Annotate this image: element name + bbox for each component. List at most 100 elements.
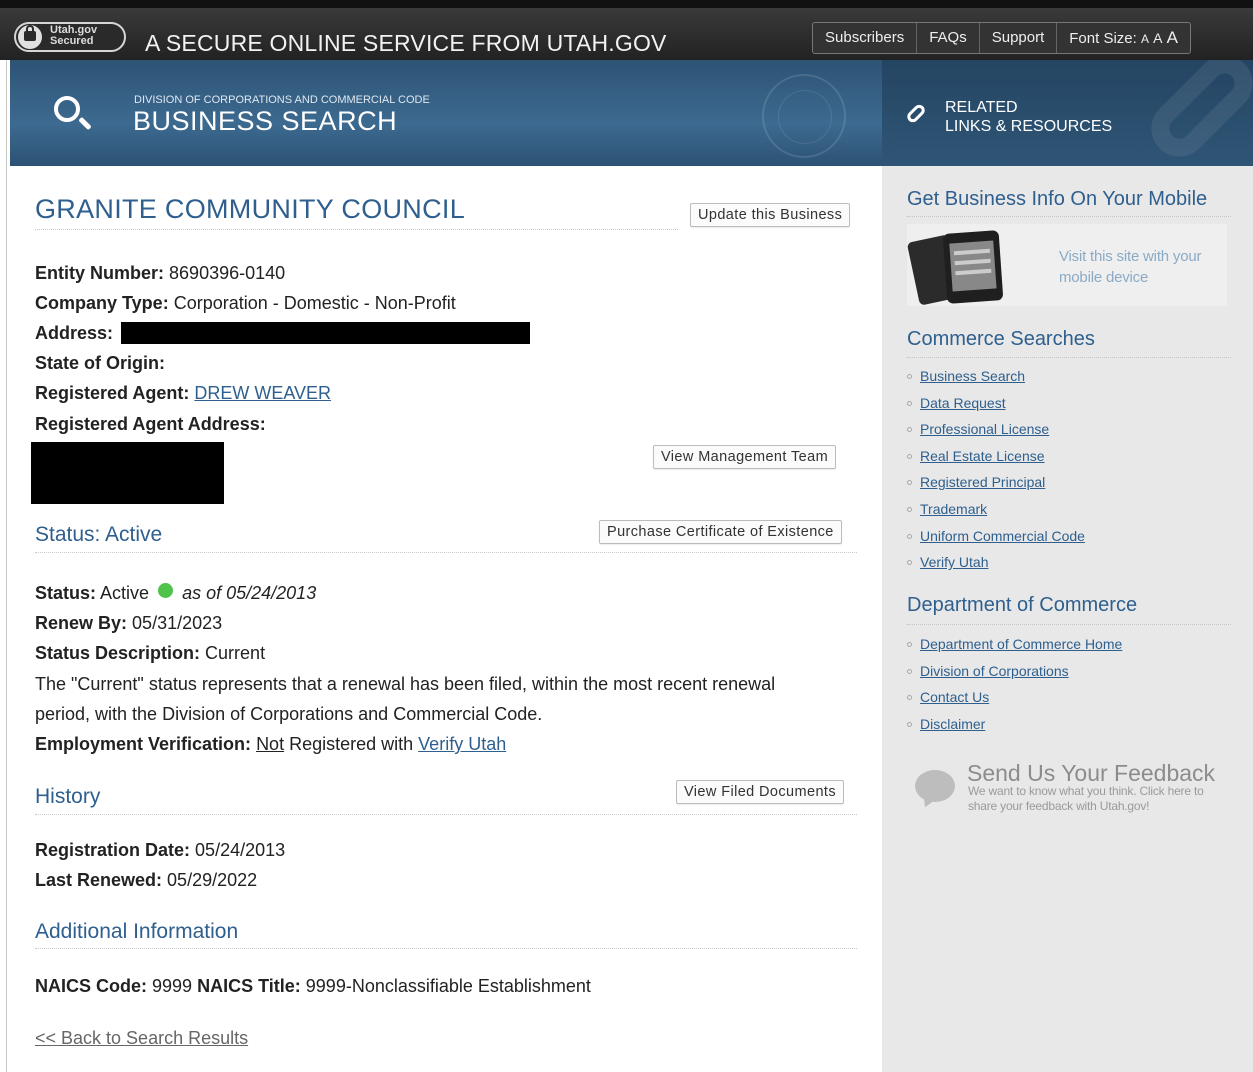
naics-code-value: 9999 <box>152 976 193 996</box>
registered-agent-field: Registered Agent: DREW WEAVER <box>35 383 331 404</box>
contact-us-link[interactable]: Contact Us <box>920 689 989 705</box>
department-of-commerce-home-link[interactable]: Department of Commerce Home <box>920 636 1122 652</box>
department-divider <box>907 624 1231 625</box>
history-divider <box>35 814 857 815</box>
registered-agent-label: Registered Agent: <box>35 383 190 403</box>
status-description-value: Current <box>205 643 266 663</box>
status-explanation-line-2: period, with the Division of Corporation… <box>35 704 543 724</box>
font-size-large[interactable]: A <box>1167 28 1178 47</box>
history-heading: History <box>35 785 101 808</box>
link-icon <box>905 102 927 125</box>
list-item: Verify Utah <box>907 549 1085 576</box>
related-links-title: RELATED LINKS & RESOURCES <box>945 98 1112 136</box>
disclaimer-link[interactable]: Disclaimer <box>920 716 985 732</box>
naics-code-label: NAICS Code: <box>35 976 147 996</box>
renew-by-field: Renew By: 05/31/2023 <box>35 613 222 634</box>
bullet-icon <box>907 668 912 674</box>
search-icon <box>54 96 80 122</box>
bullet-icon <box>907 400 912 406</box>
nav-support[interactable]: Support <box>980 23 1058 53</box>
business-search-title[interactable]: BUSINESS SEARCH <box>133 106 397 137</box>
nav-subscribers[interactable]: Subscribers <box>813 23 918 53</box>
commerce-searches-heading: Commerce Searches <box>907 328 1095 350</box>
font-size-small[interactable]: A <box>1141 32 1149 46</box>
bullet-icon <box>907 427 912 433</box>
status-description-field: Status Description: Current <box>35 643 265 664</box>
mobile-divider <box>907 216 1231 217</box>
professional-license-link[interactable]: Professional License <box>920 421 1049 437</box>
badge-line-2: Secured <box>50 35 94 47</box>
font-size-label: Font Size: <box>1069 30 1137 47</box>
speech-bubble-icon <box>915 770 955 802</box>
view-filed-documents-button[interactable]: View Filed Documents <box>676 780 844 804</box>
list-item: Disclaimer <box>907 711 1122 738</box>
registered-principal-link[interactable]: Registered Principal <box>920 474 1045 490</box>
status-date: as of 05/24/2013 <box>182 583 317 603</box>
mobile-promo-text: Visit this site with your mobile device <box>1059 248 1202 286</box>
business-details: GRANITE COMMUNITY COUNCIL Update this Bu… <box>10 166 882 1072</box>
secure-service-bar: Utah.gov Secured A SECURE ONLINE SERVICE… <box>0 0 1253 60</box>
uniform-commercial-code-link[interactable]: Uniform Commercial Code <box>920 528 1085 544</box>
last-renewed-label: Last Renewed: <box>35 870 163 890</box>
purchase-certificate-button[interactable]: Purchase Certificate of Existence <box>599 520 842 544</box>
mobile-heading: Get Business Info On Your Mobile <box>907 188 1208 210</box>
commerce-searches-list: Business Search Data Request Professiona… <box>907 363 1085 576</box>
list-item: Registered Principal <box>907 469 1085 496</box>
update-business-button[interactable]: Update this Business <box>690 203 851 227</box>
status-value: Active <box>100 583 150 603</box>
status-label: Status: <box>35 583 97 603</box>
trademark-link[interactable]: Trademark <box>920 501 987 517</box>
address-field: Address: <box>35 323 113 344</box>
bullet-icon <box>907 721 912 727</box>
registered-agent-address-field: Registered Agent Address: <box>35 414 266 435</box>
lock-icon <box>24 25 36 41</box>
secured-badge-text: Utah.gov Secured <box>50 25 120 47</box>
page-left-margin <box>0 60 10 1072</box>
business-search-header: DIVISION OF CORPORATIONS AND COMMERCIAL … <box>10 60 882 166</box>
entity-number-value: 8690396-0140 <box>169 263 286 283</box>
font-size-medium[interactable]: A <box>1153 30 1162 46</box>
division-of-corporations-link[interactable]: Division of Corporations <box>920 663 1069 679</box>
mobile-promo[interactable]: Visit this site with your mobile device <box>906 224 1227 306</box>
state-of-origin-label: State of Origin: <box>35 353 165 373</box>
status-field: Status: Active as of 05/24/2013 <box>35 583 316 604</box>
list-item: Department of Commerce Home <box>907 631 1122 658</box>
registered-agent-link[interactable]: DREW WEAVER <box>194 383 331 403</box>
utah-gov-secured-badge[interactable]: Utah.gov Secured <box>14 22 126 52</box>
related-links-header: RELATED LINKS & RESOURCES <box>882 60 1253 166</box>
naics-title-label: NAICS Title: <box>197 976 301 996</box>
entity-number-field: Entity Number: 8690396-0140 <box>35 263 285 284</box>
division-name: DIVISION OF CORPORATIONS AND COMMERCIAL … <box>134 94 430 106</box>
verify-utah-link[interactable]: Verify Utah <box>418 734 506 754</box>
list-item: Division of Corporations <box>907 658 1122 685</box>
real-estate-license-link[interactable]: Real Estate License <box>920 448 1045 464</box>
chain-watermark <box>1139 60 1253 166</box>
list-item: Professional License <box>907 416 1085 443</box>
bullet-icon <box>907 533 912 539</box>
status-divider <box>35 552 857 553</box>
entity-number-label: Entity Number: <box>35 263 165 283</box>
feedback-promo[interactable]: Send Us Your Feedback We want to know wh… <box>907 758 1231 830</box>
entity-name-heading: GRANITE COMMUNITY COUNCIL <box>35 194 466 224</box>
naics-title-value: 9999-Nonclassifiable Establishment <box>305 976 591 996</box>
employment-verification-label: Employment Verification: <box>35 734 252 754</box>
address-label: Address: <box>35 323 114 343</box>
back-to-search-results-link[interactable]: << Back to Search Results <box>35 1028 248 1049</box>
bullet-icon <box>907 480 912 486</box>
related-links-sidebar: Get Business Info On Your Mobile Visit t… <box>882 166 1253 1072</box>
data-request-link[interactable]: Data Request <box>920 395 1006 411</box>
business-search-link[interactable]: Business Search <box>920 368 1025 384</box>
additional-information-heading: Additional Information <box>35 920 239 943</box>
view-management-team-button[interactable]: View Management Team <box>653 445 837 469</box>
employment-registered-text: Registered with <box>289 734 414 754</box>
nav-faqs[interactable]: FAQs <box>917 23 980 53</box>
list-item: Contact Us <box>907 684 1122 711</box>
last-renewed-value: 05/29/2022 <box>167 870 258 890</box>
mobile-device-icon <box>942 230 1004 304</box>
active-status-dot-icon <box>158 583 174 598</box>
font-size-control: Font Size: A A A <box>1057 23 1190 53</box>
last-renewed-field: Last Renewed: 05/29/2022 <box>35 870 257 891</box>
verify-utah-sidebar-link[interactable]: Verify Utah <box>920 554 988 570</box>
bullet-icon <box>907 453 912 459</box>
registered-agent-address-label: Registered Agent Address: <box>35 414 266 434</box>
